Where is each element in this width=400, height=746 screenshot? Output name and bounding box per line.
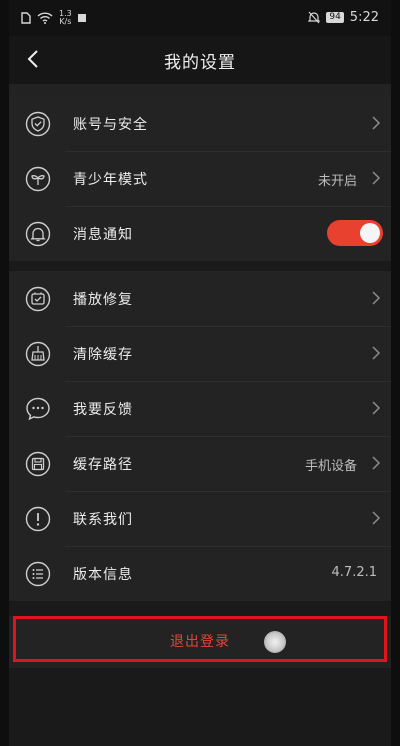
status-bar: 1.3 K/s 94 5:22 (9, 0, 391, 36)
row-label: 账号与安全 (73, 117, 148, 133)
sim-icon (21, 12, 31, 24)
row-teen-mode[interactable]: 青少年模式 未开启 (9, 151, 391, 206)
version-value: 4.7.2.1 (331, 565, 377, 580)
page-header: 我的设置 (9, 36, 391, 84)
row-label: 我要反馈 (73, 402, 133, 418)
row-cache-path[interactable]: 缓存路径 手机设备 (9, 436, 391, 491)
row-feedback[interactable]: 我要反馈 (9, 381, 391, 436)
row-label: 青少年模式 (73, 172, 148, 188)
settings-section-2: 播放修复 清除缓存 我要反馈 缓存路径 手机设备 联系我们 版本信息 4.7.2… (9, 271, 391, 601)
settings-section-1: 账号与安全 青少年模式 未开启 消息通知 (9, 96, 391, 261)
bell-icon (25, 221, 51, 247)
network-speed: 1.3 K/s (59, 10, 72, 26)
repair-icon (25, 286, 51, 312)
info-icon (25, 506, 51, 532)
row-clear-cache[interactable]: 清除缓存 (9, 326, 391, 381)
shield-icon (25, 111, 51, 137)
clock: 5:22 (349, 10, 379, 25)
chevron-right-icon (372, 511, 381, 525)
save-icon (25, 451, 51, 477)
row-label: 缓存路径 (73, 457, 133, 473)
row-contact-us[interactable]: 联系我们 (9, 491, 391, 546)
row-notifications: 消息通知 (9, 206, 391, 261)
chevron-right-icon (372, 116, 381, 130)
section-divider (9, 261, 391, 271)
row-label: 播放修复 (73, 292, 133, 308)
notification-toggle[interactable] (327, 220, 383, 246)
row-account-security[interactable]: 账号与安全 (9, 96, 391, 151)
status-left: 1.3 K/s (21, 10, 86, 26)
wifi-icon (37, 12, 53, 24)
toggle-knob (360, 223, 380, 243)
broom-icon (25, 341, 51, 367)
list-icon (25, 561, 51, 587)
chevron-right-icon (372, 401, 381, 415)
row-label: 版本信息 (73, 567, 133, 583)
row-value: 手机设备 (304, 459, 357, 474)
chevron-right-icon (372, 291, 381, 305)
mute-bell-icon (308, 11, 321, 24)
logout-button[interactable]: 退出登录 (13, 616, 387, 662)
bottom-area (9, 668, 391, 746)
battery-level: 94 (326, 12, 344, 23)
screen: 1.3 K/s 94 5:22 我的设置 账号与安全 青少年模式 未开启 消息通… (9, 0, 391, 746)
row-playback-repair[interactable]: 播放修复 (9, 271, 391, 326)
chevron-right-icon (372, 456, 381, 470)
row-value: 未开启 (317, 174, 357, 189)
device-frame: 1.3 K/s 94 5:22 我的设置 账号与安全 青少年模式 未开启 消息通… (0, 0, 400, 746)
chevron-right-icon (372, 346, 381, 360)
chat-bubble-icon (26, 397, 50, 421)
status-right: 94 5:22 (308, 10, 379, 25)
touch-indicator (264, 631, 286, 653)
section-divider (9, 601, 391, 616)
row-label: 消息通知 (73, 227, 133, 243)
sprout-icon (25, 166, 51, 192)
chevron-right-icon (372, 171, 381, 185)
row-version-info: 版本信息 4.7.2.1 (9, 546, 391, 601)
row-label: 联系我们 (73, 512, 133, 528)
notification-icon (77, 14, 86, 22)
row-label: 清除缓存 (73, 347, 133, 363)
page-title: 我的设置 (164, 53, 236, 73)
speed-unit: K/s (59, 17, 72, 26)
logout-label: 退出登录 (170, 634, 230, 650)
